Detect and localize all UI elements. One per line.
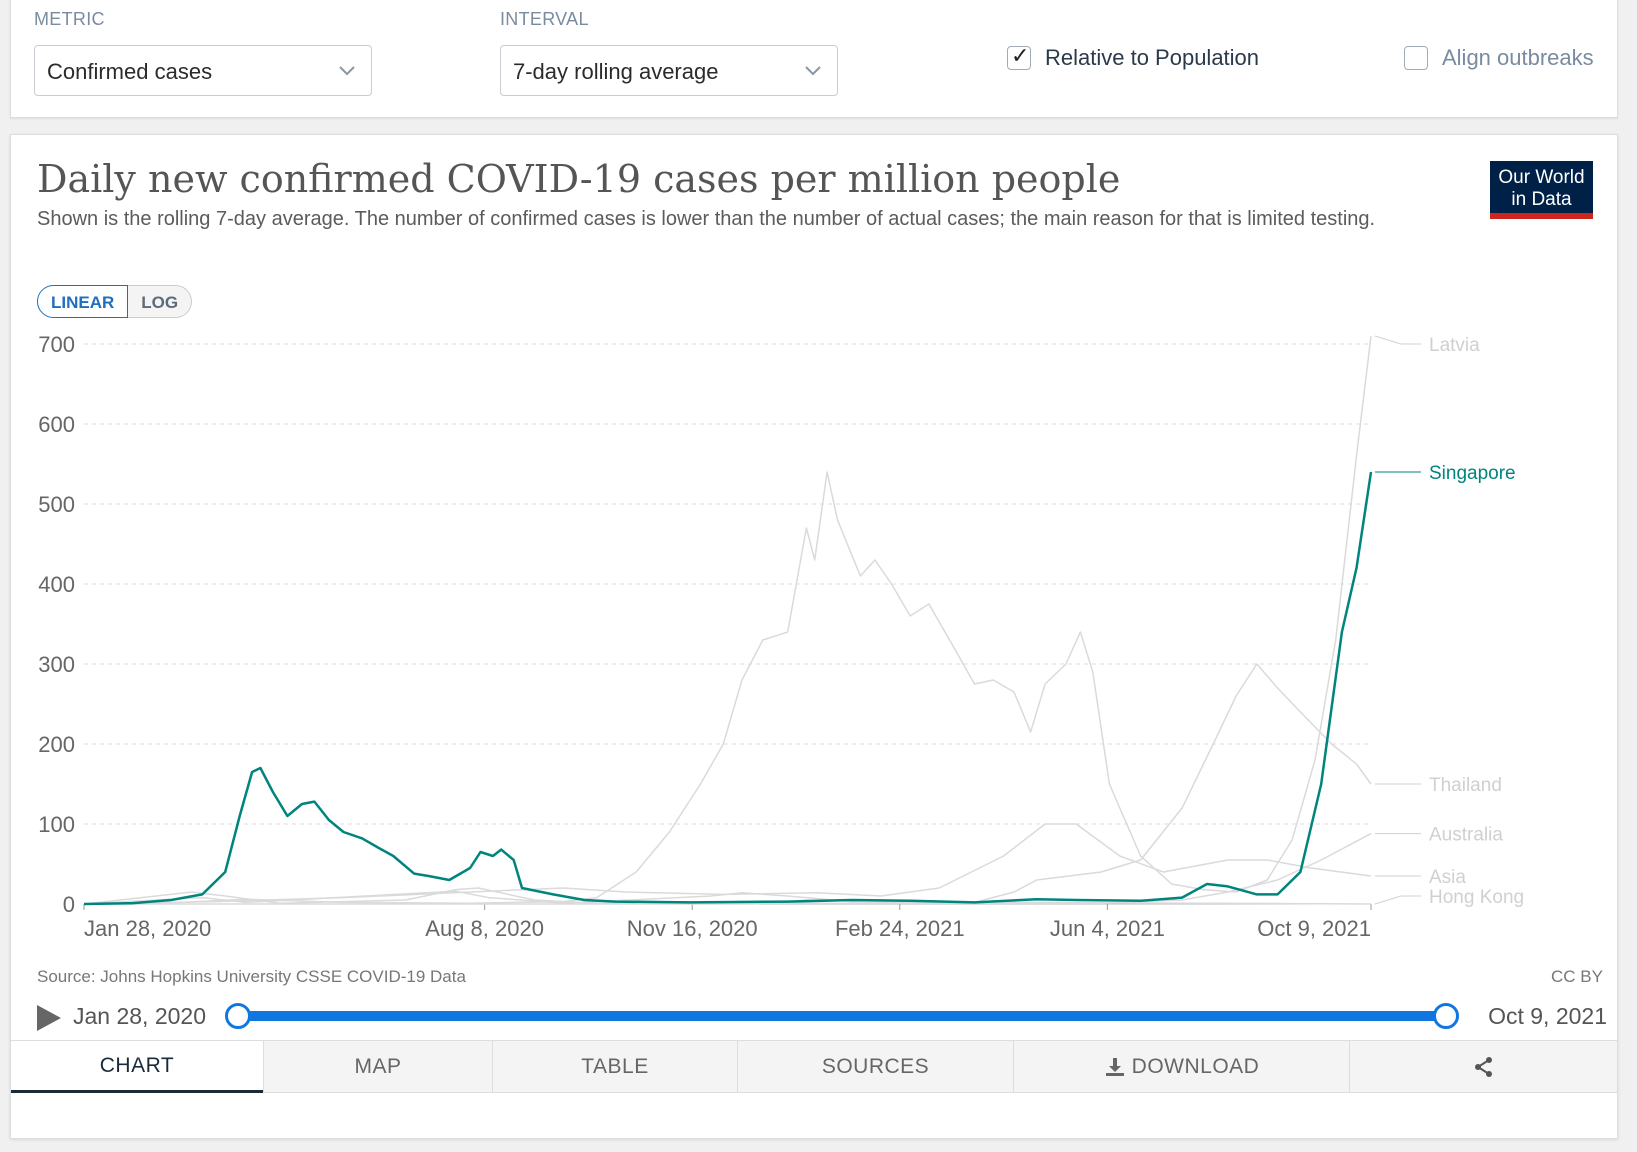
legend-label-hong-kong: Hong Kong [1429,887,1524,908]
interval-select-value: 7-day rolling average [513,59,719,84]
relative-to-population-label: Relative to Population [1045,45,1260,70]
download-label: DOWNLOAD [1131,1054,1260,1078]
checkbox-checked[interactable]: ✓ [1007,43,1031,70]
legend-label-australia: Australia [1429,825,1503,846]
scale-toggle: LINEAR LOG [37,285,193,318]
chevron-down-icon [339,66,355,76]
tab-download[interactable]: DOWNLOAD [1013,1041,1349,1093]
y-tick-label: 0 [63,892,75,917]
logo-line-2: in Data [1511,189,1572,210]
x-tick-label: Aug 8, 2020 [425,916,544,941]
y-tick-label: 100 [38,812,75,837]
tab-table[interactable]: TABLE [492,1041,737,1093]
y-tick-label: 400 [38,572,75,597]
legend-label-singapore: Singapore [1429,463,1516,484]
y-tick-label: 600 [38,412,75,437]
legend-label-thailand: Thailand [1429,775,1502,796]
y-tick-label: 200 [38,732,75,757]
share-button[interactable] [1349,1041,1617,1093]
tab-sources[interactable]: SOURCES [737,1041,1013,1093]
linear-scale-button[interactable]: LINEAR [37,285,129,318]
x-tick-label: Jun 4, 2021 [1050,916,1165,941]
series-line-asia [83,823,1372,905]
legend-label-latvia: Latvia [1429,335,1480,356]
x-tick-label: Oct 9, 2021 [1257,916,1371,941]
align-outbreaks-checkbox[interactable]: Align outbreaks [1404,45,1594,71]
timeline-end-date: Oct 9, 2021 [1488,1003,1607,1029]
chevron-down-icon [805,66,821,76]
timeline-start-date: Jan 28, 2020 [73,1003,207,1029]
tab-chart[interactable]: CHART [11,1041,263,1093]
interval-select[interactable]: 7-day rolling average [500,45,838,96]
timeline-start-handle[interactable] [225,1003,251,1029]
line-chart: 0 100 200 300 400 500 600 700 Jan 28, 2020 Aug 8,… [38,332,1524,941]
legend-connector [1374,895,1421,905]
download-icon [1105,1057,1124,1076]
timeline-end-handle[interactable] [1433,1003,1459,1029]
metric-label: METRIC [34,9,105,29]
checkbox-unchecked[interactable] [1404,46,1428,70]
x-tick-label: Nov 16, 2020 [627,916,758,941]
chart-title: Daily new confirmed COVID-19 cases per m… [37,157,1121,201]
log-scale-button[interactable]: LOG [128,285,193,318]
source-note[interactable]: Source: Johns Hopkins University CSSE CO… [37,967,466,987]
legend-label-asia: Asia [1429,867,1466,888]
timeline: Jan 28, 2020 Oct 9, 2021 [37,997,1607,1037]
relative-to-population-checkbox[interactable]: ✓ Relative to Population [1007,43,1260,71]
timeline-track[interactable] [237,1011,1445,1021]
tab-bar: CHART MAP TABLE SOURCES DOWNLOAD [11,1040,1617,1093]
checkmark-icon: ✓ [1011,43,1030,68]
legend-connector [1374,335,1421,345]
align-outbreaks-label: Align outbreaks [1442,45,1594,70]
controls-panel: METRIC Confirmed cases INTERVAL 7-day ro… [10,0,1618,118]
owid-logo[interactable]: Our World in Data [1490,161,1593,219]
series-line-singapore [83,471,1373,906]
chart-subtitle: Shown is the rolling 7-day average. The … [37,208,1376,230]
y-tick-label: 300 [38,652,75,677]
x-tick-label: Jan 28, 2020 [84,916,211,941]
metric-select[interactable]: Confirmed cases [34,45,372,96]
series-line-latvia [83,335,1372,905]
y-tick-label: 700 [38,332,75,357]
chart-card: Daily new confirmed COVID-19 cases per m… [10,134,1618,1139]
series-line-thailand [84,663,1372,905]
logo-line-1: Our World [1498,167,1585,188]
y-tick-label: 500 [38,492,75,517]
metric-select-value: Confirmed cases [47,59,213,84]
license-link[interactable]: CC BY [1551,967,1603,987]
x-tick-label: Feb 24, 2021 [835,916,965,941]
tab-map[interactable]: MAP [263,1041,492,1093]
interval-label: INTERVAL [500,9,589,29]
play-icon[interactable] [37,1005,61,1031]
share-icon [1474,1056,1492,1077]
